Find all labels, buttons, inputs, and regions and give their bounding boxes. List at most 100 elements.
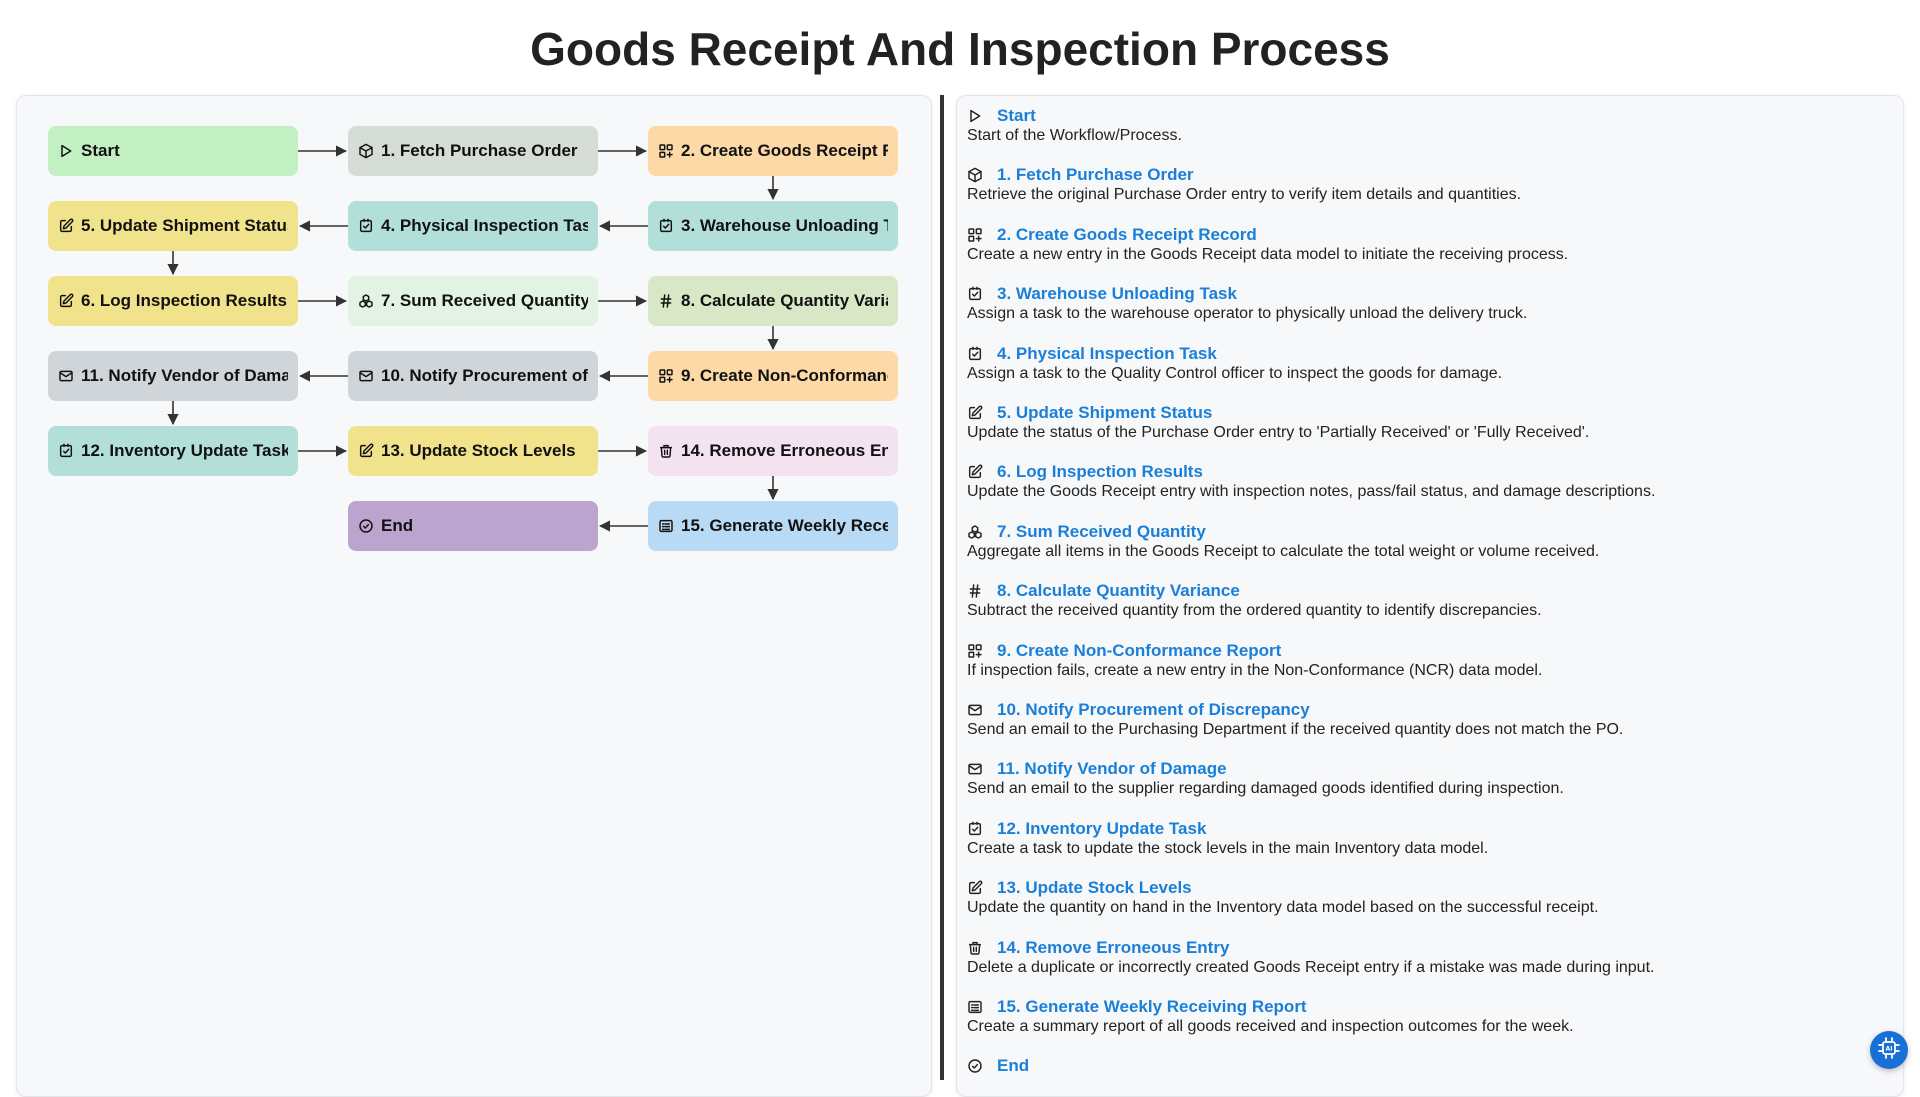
diagram-node-s10[interactable]: 10. Notify Procurement of Discrepancy [348,351,598,401]
checkbox-icon [58,443,74,459]
diagram-node-s14[interactable]: 14. Remove Erroneous Entry [648,426,898,476]
checkbox-icon [658,218,674,234]
step-title-link[interactable]: 13. Update Stock Levels [997,878,1192,898]
diagram-node-s13[interactable]: 13. Update Stock Levels [348,426,598,476]
diagram-node-label: 13. Update Stock Levels [381,441,576,460]
mail-icon [358,368,374,384]
diagram-node-label: Start [81,141,120,160]
step-header: 4. Physical Inspection Task [967,344,1887,364]
step-header: 15. Generate Weekly Receiving Report [967,997,1887,1017]
diagram-node-s2[interactable]: 2. Create Goods Receipt Record [648,126,898,176]
checkbox-icon [967,286,983,302]
diagram-node-s5[interactable]: 5. Update Shipment Status [48,201,298,251]
step-title-link[interactable]: 11. Notify Vendor of Damage [997,759,1227,779]
mail-icon [967,761,983,777]
edit-icon [358,443,374,459]
diagram-node-label: 6. Log Inspection Results [81,291,287,310]
diagram-node-s4[interactable]: 4. Physical Inspection Task [348,201,598,251]
diagram-node-s9[interactable]: 9. Create Non-Conformance Report [648,351,898,401]
step-header: 5. Update Shipment Status [967,403,1887,423]
step-header: 12. Inventory Update Task [967,819,1887,839]
checkbox-icon [967,821,983,837]
step-title-link[interactable]: 15. Generate Weekly Receiving Report [997,997,1307,1017]
step-title-link[interactable]: End [997,1056,1029,1076]
diagram-node-s11[interactable]: 11. Notify Vendor of Damage [48,351,298,401]
trash-icon [658,443,674,459]
boxes-icon [967,524,983,540]
step-title-link[interactable]: 5. Update Shipment Status [997,403,1212,423]
ai-assistant-button[interactable]: AI [1870,1031,1908,1069]
step-item: 11. Notify Vendor of Damage Send an email… [967,759,1887,798]
mail-icon [967,702,983,718]
diagram-node-end[interactable]: End [348,501,598,551]
grid-plus-icon [658,368,674,384]
step-item: 8. Calculate Quantity Variance Subtract t… [967,581,1887,620]
ai-chip-icon: AI [1877,1036,1901,1065]
diagram-node-s1[interactable]: 1. Fetch Purchase Order [348,126,598,176]
grid-plus-icon [967,643,983,659]
boxes-icon [358,293,374,309]
check-circle-icon [358,518,374,534]
diagram-node-label: 8. Calculate Quantity Variance [681,291,888,310]
edit-icon [58,218,74,234]
hash-icon [658,293,674,309]
diagram-node-label: 12. Inventory Update Task [81,441,288,460]
diagram-node-s15[interactable]: 15. Generate Weekly Receiving Report [648,501,898,551]
step-description: Subtract the received quantity from the … [967,602,1542,620]
step-item: 5. Update Shipment Status Update the stat… [967,403,1887,442]
diagram-node-s7[interactable]: 7. Sum Received Quantity [348,276,598,326]
step-title-link[interactable]: 8. Calculate Quantity Variance [997,581,1240,601]
diagram-node-label: 11. Notify Vendor of Damage [81,366,288,385]
step-header: 8. Calculate Quantity Variance [967,581,1887,601]
step-item: 10. Notify Procurement of Discrepancy Sen… [967,700,1887,739]
diagram-node-start[interactable]: Start [48,126,298,176]
step-title-link[interactable]: 3. Warehouse Unloading Task [997,284,1237,304]
diagram-node-label: 1. Fetch Purchase Order [381,141,578,160]
step-title-link[interactable]: Start [997,106,1036,126]
step-description: Update the status of the Purchase Order … [967,424,1590,441]
step-title-link[interactable]: 2. Create Goods Receipt Record [997,225,1257,245]
step-title-link[interactable]: 1. Fetch Purchase Order [997,165,1194,185]
edit-icon [967,464,983,480]
step-item: 15. Generate Weekly Receiving Report Crea… [967,997,1887,1036]
panel-divider[interactable] [940,95,944,1080]
step-header: End [967,1056,1887,1076]
step-title-link[interactable]: 10. Notify Procurement of Discrepancy [997,700,1310,720]
step-title-link[interactable]: 6. Log Inspection Results [997,462,1203,482]
check-circle-icon [967,1058,983,1074]
step-item: 1. Fetch Purchase Order Retrieve the orig… [967,165,1887,204]
hash-icon [967,583,983,599]
step-description: Retrieve the original Purchase Order ent… [967,186,1522,204]
diagram-node-s12[interactable]: 12. Inventory Update Task [48,426,298,476]
diagram-node-label: 10. Notify Procurement of Discrepancy [381,366,588,385]
report-icon [967,999,983,1015]
step-header: 14. Remove Erroneous Entry [967,938,1887,958]
steps-panel: Start Start of the Workflow/Process. 1. Fe… [956,95,1904,1097]
step-description: Create a new entry in the Goods Receipt … [967,245,1569,263]
step-title-link[interactable]: 7. Sum Received Quantity [997,522,1206,542]
step-description: Assign a task to the Quality Control off… [967,364,1503,382]
step-title-link[interactable]: 14. Remove Erroneous Entry [997,938,1229,958]
step-header: 1. Fetch Purchase Order [967,165,1887,185]
step-item: 9. Create Non-Conformance Report If inspe… [967,641,1887,680]
step-title-link[interactable]: 12. Inventory Update Task [997,819,1206,839]
diagram-node-s6[interactable]: 6. Log Inspection Results [48,276,298,326]
diagram-node-label: 9. Create Non-Conformance Report [681,366,888,385]
step-title-link[interactable]: 9. Create Non-Conformance Report [997,641,1281,661]
diagram-node-s3[interactable]: 3. Warehouse Unloading Task [648,201,898,251]
step-header: 3. Warehouse Unloading Task [967,284,1887,304]
cube-icon [358,143,374,159]
step-description: Delete a duplicate or incorrectly create… [967,958,1655,976]
step-item: 13. Update Stock Levels Update the quanti… [967,878,1887,917]
checkbox-icon [967,346,983,362]
step-description: Send an email to the supplier regarding … [967,780,1564,798]
step-item: 6. Log Inspection Results Update the Good… [967,462,1887,501]
step-title-link[interactable]: 4. Physical Inspection Task [997,344,1217,364]
step-header: Start [967,106,1887,126]
step-description: Assign a task to the warehouse operator … [967,305,1528,323]
report-icon [658,518,674,534]
step-header: 11. Notify Vendor of Damage [967,759,1887,779]
step-description: If inspection fails, create a new entry … [967,661,1543,679]
step-header: 6. Log Inspection Results [967,462,1887,482]
diagram-node-s8[interactable]: 8. Calculate Quantity Variance [648,276,898,326]
